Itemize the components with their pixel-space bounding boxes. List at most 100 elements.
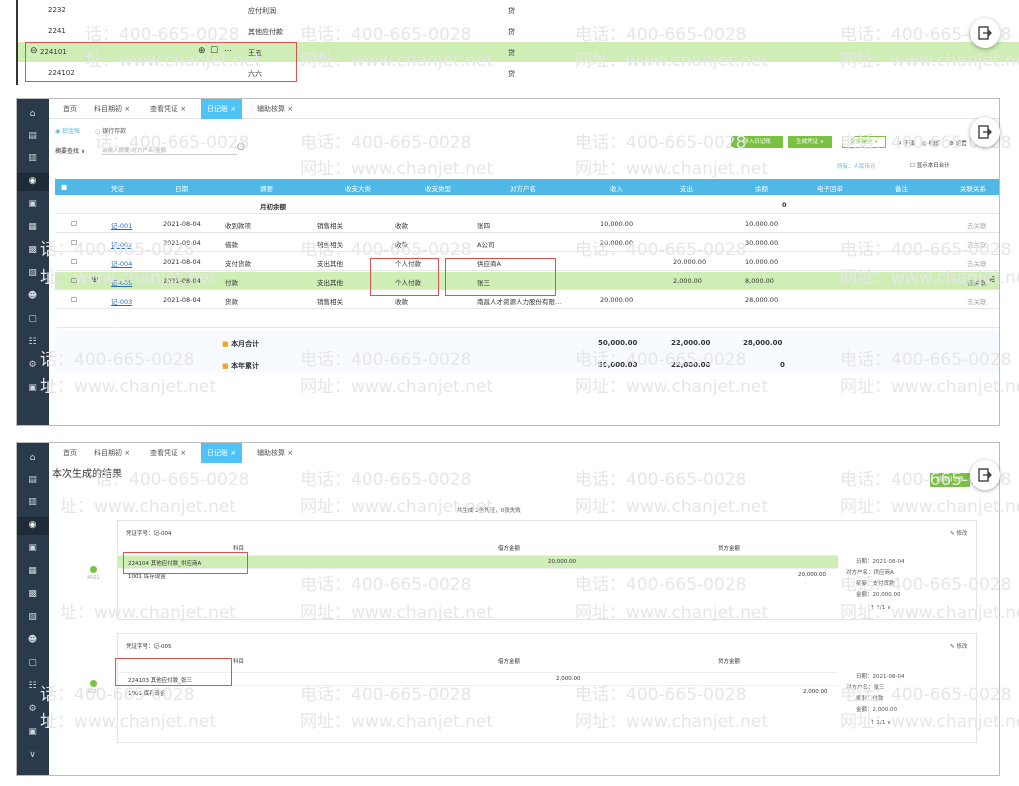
doc-icon[interactable]: ▢ bbox=[27, 658, 38, 669]
tab-home[interactable]: 首页 bbox=[63, 99, 77, 119]
view-button[interactable]: ◎ 视图 bbox=[922, 139, 940, 147]
cash-icon[interactable]: ◉ bbox=[27, 176, 38, 187]
sidebar: ⌂ ▤ ▥ ◉ ▣ ▦ ▩ ▧ ☻ ▢ ☷ ⚙ ▣ bbox=[17, 99, 49, 425]
doc-icon[interactable]: ▢ bbox=[27, 314, 38, 325]
row-party: 南昌人才资源人力股份有限... bbox=[477, 298, 562, 306]
col-income: 收入 bbox=[610, 185, 623, 193]
settings-icon[interactable]: ⚙ bbox=[27, 360, 38, 371]
subtab-bank[interactable]: ◌ 银行存款 bbox=[95, 126, 126, 135]
select-all-checkbox[interactable]: ■ bbox=[61, 183, 67, 191]
currency-unit[interactable]: 所有：人民币元 bbox=[837, 162, 876, 170]
voucher-link[interactable]: 记-003 bbox=[111, 296, 132, 306]
tab-aux-accounting[interactable]: 辅助核算 × bbox=[257, 99, 293, 119]
row-checkbox[interactable]: ☐ bbox=[71, 239, 77, 247]
col-debit: 借方金额 bbox=[498, 659, 521, 665]
report-icon[interactable]: ▦ bbox=[27, 222, 38, 233]
add-row-icon[interactable]: ⊕ bbox=[91, 275, 99, 285]
relate-link[interactable]: 去关联 bbox=[967, 296, 987, 306]
relate-link[interactable]: 去关联 bbox=[967, 258, 987, 268]
invoice-icon[interactable]: ▧ bbox=[27, 268, 38, 279]
subject-row[interactable]: 2232 应付利润 贷 bbox=[18, 0, 1019, 20]
return-journal-button[interactable]: 返回日记账 bbox=[930, 473, 970, 487]
ledger-icon[interactable]: ▣ bbox=[27, 543, 38, 554]
report-icon[interactable]: ▦ bbox=[27, 566, 38, 577]
save-icon[interactable]: ▣ bbox=[27, 383, 38, 394]
exit-fullscreen-button[interactable] bbox=[970, 460, 1000, 490]
import-journal-button[interactable]: 导入日记账 bbox=[731, 136, 783, 148]
row-checkbox[interactable]: ☐ bbox=[71, 220, 77, 228]
voucher-line[interactable]: 1001 库存现金 2,000.00 bbox=[118, 685, 838, 698]
ledger-icon[interactable]: ▣ bbox=[27, 199, 38, 210]
exit-fullscreen-button[interactable] bbox=[970, 117, 1000, 147]
row-checkbox[interactable]: ☐ bbox=[71, 277, 77, 285]
search-scope-select[interactable]: 摘要查找 ∨ bbox=[55, 146, 85, 155]
chart-icon[interactable]: ▥ bbox=[27, 497, 38, 508]
delete-row-icon[interactable]: ⊖ bbox=[989, 275, 997, 285]
relate-link[interactable]: 去关联 bbox=[967, 220, 987, 230]
user-icon[interactable]: ☻ bbox=[27, 635, 38, 646]
subtab-cash[interactable]: ◉ 现金账 bbox=[55, 126, 80, 135]
subject-direction: 贷 bbox=[508, 7, 515, 15]
show-today-toggle[interactable]: ☐ 显示本日合计 bbox=[910, 161, 950, 169]
col-summary: 摘要 bbox=[260, 185, 273, 193]
settings-icon[interactable]: ⚙ bbox=[27, 704, 38, 715]
tab-aux-accounting[interactable]: 辅助核算 × bbox=[257, 443, 293, 463]
more-actions-button[interactable]: 更多操作 ∨ bbox=[842, 136, 886, 148]
voucher-link[interactable]: 记-004 bbox=[111, 258, 132, 268]
search-icon[interactable]: ○ bbox=[237, 142, 245, 152]
data-icon[interactable]: ☷ bbox=[27, 337, 38, 348]
tax-icon[interactable]: ▩ bbox=[27, 589, 38, 600]
opening-row: 月初余额 0 bbox=[55, 196, 999, 214]
home-icon[interactable]: ⌂ bbox=[27, 109, 38, 120]
status-code: 4001 bbox=[87, 575, 100, 581]
subject-direction: 贷 bbox=[508, 49, 515, 57]
row-balance: 10,000.00 bbox=[745, 220, 779, 228]
tab-view-voucher[interactable]: 查看凭证 × bbox=[150, 443, 186, 463]
invoice-icon[interactable]: ▧ bbox=[27, 612, 38, 623]
table-row[interactable]: ☐ 记-001 2021-08-04 收到款项 销售相关 收款 张四 10,00… bbox=[55, 215, 999, 233]
tab-view-voucher[interactable]: 查看凭证 × bbox=[150, 99, 186, 119]
row-expense: 2,000.00 bbox=[673, 277, 702, 285]
tab-subject-opening[interactable]: 科目期初 × bbox=[94, 99, 130, 119]
voucher-link[interactable]: 记-002 bbox=[111, 239, 132, 249]
voucher-number: 凭证字号：记-004 bbox=[126, 531, 172, 537]
relate-link[interactable]: 去关联 bbox=[967, 277, 987, 287]
chevron-down-icon[interactable]: ∨ bbox=[27, 750, 38, 761]
save-icon[interactable]: ▣ bbox=[27, 727, 38, 738]
tab-home[interactable]: 首页 bbox=[63, 443, 77, 463]
edit-voucher-button[interactable]: ✎ 修改 bbox=[950, 642, 967, 650]
show-today-label: 显示本日合计 bbox=[916, 163, 950, 169]
edit-voucher-button[interactable]: ✎ 修改 bbox=[950, 529, 967, 537]
settings-button[interactable]: ⚙ 设置 bbox=[949, 139, 967, 147]
month-total-text: 本月合计 bbox=[231, 340, 260, 348]
voucher-icon[interactable]: ▤ bbox=[27, 131, 38, 142]
row-checkbox[interactable]: ☐ bbox=[71, 296, 77, 304]
opening-label: 月初余额 bbox=[260, 203, 286, 211]
col-remark: 备注 bbox=[895, 185, 908, 193]
download-button[interactable]: ⊟ 下载 bbox=[897, 139, 914, 147]
exit-fullscreen-button[interactable] bbox=[970, 18, 1000, 48]
sidebar: ⌂ ▤ ▥ ◉ ▣ ▦ ▩ ▧ ☻ ▢ ☷ ⚙ ▣ ∨ bbox=[17, 443, 49, 775]
tab-journal[interactable]: 日记账 × bbox=[201, 443, 243, 463]
table-row[interactable]: ☐ 记-002 2021-08-04 借款 销售相关 收款 A公司 20,000… bbox=[55, 234, 999, 252]
user-icon[interactable]: ☻ bbox=[27, 291, 38, 302]
data-icon[interactable]: ☷ bbox=[27, 681, 38, 692]
voucher-link[interactable]: 记-001 bbox=[111, 220, 132, 230]
info-pager[interactable]: ↑ 1/1 ∨ bbox=[870, 720, 891, 726]
chart-icon[interactable]: ▥ bbox=[27, 153, 38, 164]
voucher-link[interactable]: 记-005 bbox=[111, 277, 132, 287]
cash-icon[interactable]: ◉ bbox=[27, 520, 38, 531]
tab-journal[interactable]: 日记账 × bbox=[201, 99, 243, 119]
tax-icon[interactable]: ▩ bbox=[27, 245, 38, 256]
row-category: 销售相关 bbox=[317, 298, 343, 306]
relate-link[interactable]: 去关联 bbox=[967, 239, 987, 249]
voucher-icon[interactable]: ▤ bbox=[27, 475, 38, 486]
search-input[interactable]: 请输入摘要/对方户名/金额 bbox=[102, 143, 237, 155]
home-icon[interactable]: ⌂ bbox=[27, 453, 38, 464]
tab-subject-opening[interactable]: 科目期初 × bbox=[94, 443, 130, 463]
subject-row[interactable]: 2241 其他应付款 贷 bbox=[18, 21, 1019, 41]
generate-voucher-button[interactable]: 生成凭证 ∨ bbox=[788, 136, 832, 148]
new-entry-row[interactable] bbox=[55, 310, 999, 328]
row-checkbox[interactable]: ☐ bbox=[71, 258, 77, 266]
info-pager[interactable]: ↑ 1/1 ∨ bbox=[870, 605, 891, 611]
